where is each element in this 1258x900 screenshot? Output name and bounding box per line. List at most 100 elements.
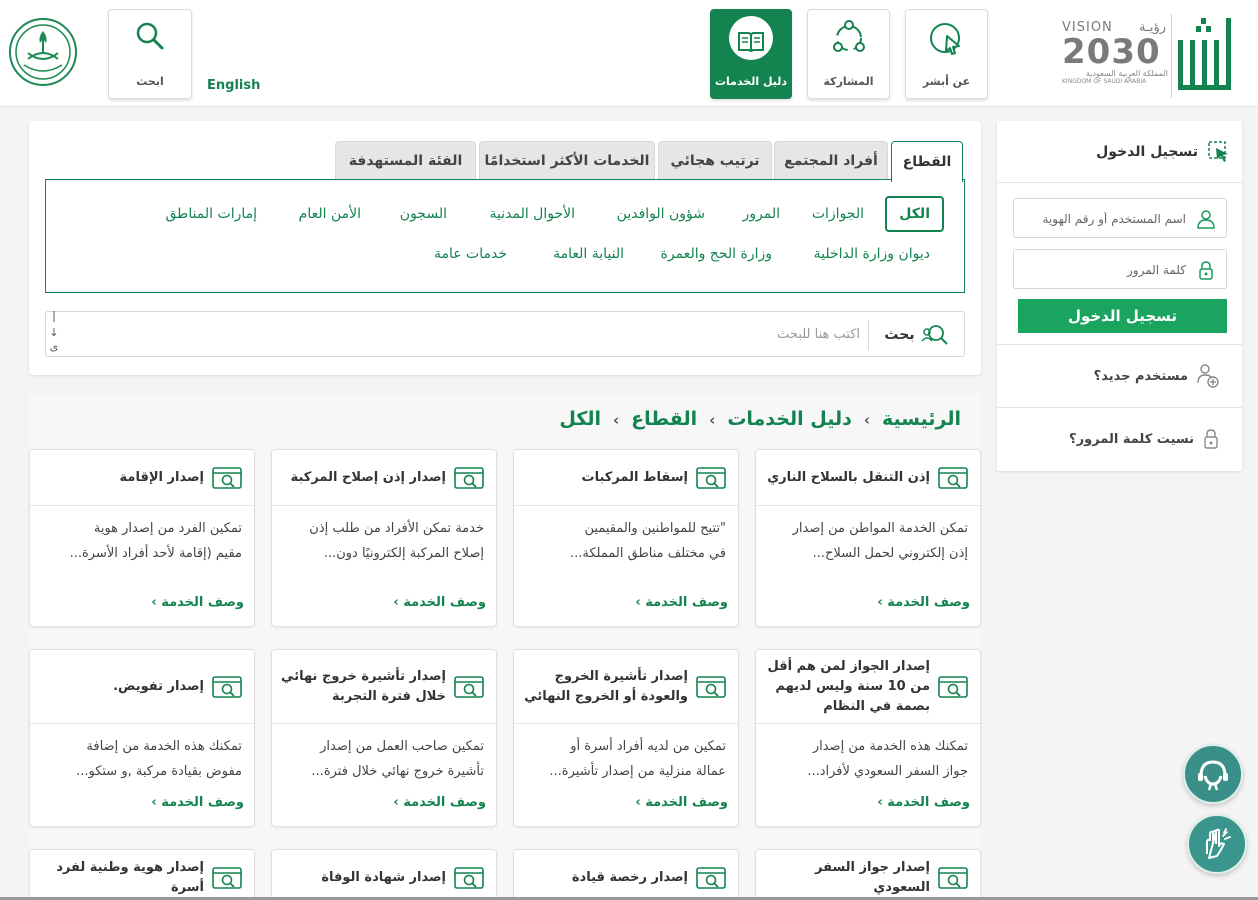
- nav-services-guide-button[interactable]: دليل الخدمات: [710, 9, 792, 99]
- ministry-emblem[interactable]: [8, 17, 78, 87]
- service-card[interactable]: إصدار رخصة قيادة: [513, 849, 739, 900]
- service-card[interactable]: إذن التنقل بالسلاح الناري تمكن الخدمة الم…: [755, 449, 981, 627]
- forgot-password-link[interactable]: نسيت كلمة المرور؟: [997, 407, 1242, 470]
- service-description-link[interactable]: وصف الخدمة ›: [877, 595, 970, 610]
- search-input[interactable]: [160, 320, 860, 348]
- service-card[interactable]: إصدار تفويض. تمكنك هذه الخدمة من إضافة مفو…: [29, 649, 255, 827]
- service-card-description: تمكين من لديه أفراد أسرة أو عمالة منزلية …: [524, 734, 726, 784]
- nav-services-guide-label: دليل الخدمات: [714, 75, 788, 88]
- service-search-icon: [938, 466, 968, 489]
- service-card[interactable]: إصدار إذن إصلاح المركبة خدمة تمكن الأفراد…: [271, 449, 497, 627]
- guide-icon-circle: [729, 16, 773, 60]
- category-expatriates[interactable]: شؤون الوافدين: [617, 206, 705, 222]
- service-card[interactable]: إصدار شهادة الوفاة: [271, 849, 497, 900]
- service-card-header: إصدار تفويض.: [30, 650, 254, 724]
- tab-alphabetical[interactable]: ترتيب هجائي: [658, 141, 772, 179]
- absher-logo[interactable]: [1176, 18, 1242, 96]
- new-user-label: مستخدم جديد؟: [1093, 368, 1188, 384]
- category-traffic[interactable]: المرور: [743, 206, 781, 222]
- category-panel: الكل الجوازات المرور شؤون الوافدين الأحو…: [45, 179, 965, 293]
- service-description-link[interactable]: وصف الخدمة ›: [635, 795, 728, 810]
- service-card-desc-line: مقيم (إقامة لأحد أفراد الأسرة...: [69, 546, 242, 561]
- service-card-desc-line: تمكين صاحب العمل من إصدار: [320, 739, 484, 754]
- english-language-link[interactable]: English: [207, 78, 260, 93]
- breadcrumb-home[interactable]: الرئيسية: [882, 408, 961, 430]
- service-card[interactable]: إصدار الإقامة تمكين الفرد من إصدار هوية مق…: [29, 449, 255, 627]
- service-card-header: إصدار تأشيرة خروج نهائي خلال فترة التجرب…: [272, 650, 496, 724]
- service-card-description: تمكن الخدمة المواطن من إصدار إذن إلكتروني…: [766, 516, 968, 566]
- service-card[interactable]: إصدار جواز السفر السعودي: [755, 849, 981, 900]
- nav-participation-label: المشاركة: [823, 75, 874, 88]
- service-card-title: إذن التنقل بالسلاح الناري: [767, 469, 930, 485]
- sign-language-icon: [1206, 828, 1231, 859]
- nav-participation-button[interactable]: المشاركة: [807, 9, 890, 99]
- tab-sector[interactable]: القطاع: [891, 141, 963, 182]
- search-button[interactable]: بحث: [868, 320, 964, 350]
- service-search-icon: [212, 675, 242, 698]
- service-card-header: إصدار جواز السفر السعودي: [756, 850, 980, 900]
- category-interior-diwan[interactable]: ديوان وزارة الداخلية: [814, 246, 930, 262]
- password-field: [1013, 249, 1227, 289]
- search-icon: [136, 22, 164, 50]
- lock-question-icon: [1204, 429, 1218, 449]
- category-general-services[interactable]: خدمات عامة: [434, 246, 507, 262]
- category-passports[interactable]: الجوازات: [812, 206, 864, 222]
- service-search-icon: [696, 675, 726, 698]
- tab-most-used[interactable]: الخدمات الأكثر استخدامًا: [479, 141, 655, 179]
- service-card-title: إصدار رخصة قيادة: [571, 869, 688, 885]
- service-card-description: تمكنك هذه الخدمة من إضافة مفوض بقيادة مرك…: [40, 734, 242, 784]
- service-card-desc-line: تمكين الفرد من إصدار هوية: [93, 521, 242, 536]
- login-sidebar: تسجيل الدخول تسجيل الدخول مستخدم جديد؟: [997, 121, 1242, 471]
- service-card-title: إصدار إذن إصلاح المركبة: [290, 469, 446, 485]
- tab-community-members[interactable]: أفراد المجتمع: [774, 141, 888, 179]
- lock-icon: [1199, 261, 1213, 280]
- category-all[interactable]: الكل: [885, 196, 944, 232]
- nav-about-button[interactable]: عن أبشر: [905, 9, 988, 99]
- service-card[interactable]: إصدار الجواز لمن هم أقل من 10 سنة وليس ل…: [755, 649, 981, 827]
- category-civil-affairs[interactable]: الأحوال المدنية: [490, 206, 576, 222]
- category-public-security[interactable]: الأمن العام: [299, 206, 361, 222]
- service-description-link[interactable]: وصف الخدمة ›: [151, 795, 244, 810]
- service-card[interactable]: إصدار تأشيرة الخروج والعودة أو الخروج ال…: [513, 649, 739, 827]
- service-card-title: إسقاط المركبات: [581, 469, 688, 485]
- nav-search-button[interactable]: ابحث: [108, 9, 192, 99]
- service-description-link[interactable]: وصف الخدمة ›: [393, 795, 486, 810]
- login-button[interactable]: تسجيل الدخول: [1018, 299, 1227, 333]
- tab-target-group[interactable]: الفئة المستهدفة: [335, 141, 476, 179]
- nav-about-label: عن أبشر: [922, 75, 971, 88]
- alpha-first: أ: [52, 312, 56, 325]
- service-card-title: إصدار جواز السفر السعودي: [815, 859, 930, 895]
- password-input[interactable]: [1026, 258, 1186, 282]
- category-hajj-umrah[interactable]: وزارة الحج والعمرة: [661, 246, 772, 262]
- service-description-link[interactable]: وصف الخدمة ›: [393, 595, 486, 610]
- service-card[interactable]: إصدار تأشيرة خروج نهائي خلال فترة التجرب…: [271, 649, 497, 827]
- service-description-link[interactable]: وصف الخدمة ›: [877, 795, 970, 810]
- service-card-header: إصدار الجواز لمن هم أقل من 10 سنة وليس ل…: [756, 650, 980, 724]
- service-card-desc-line: تأشيرة خروج نهائي خلال فترة...: [311, 764, 484, 779]
- category-emirates[interactable]: إمارات المناطق: [166, 206, 258, 222]
- alphabet-sort-toggle[interactable]: أ ↓ ى: [49, 312, 59, 354]
- service-search-icon: [696, 466, 726, 489]
- absher-logo-icon: [1178, 18, 1231, 90]
- category-prisons[interactable]: السجون: [400, 206, 447, 222]
- nav-search-label: ابحث: [136, 75, 164, 88]
- pointer-circle-icon: [929, 23, 960, 55]
- service-card-title: إصدار شهادة الوفاة: [321, 869, 446, 885]
- service-card[interactable]: إصدار هوية وطنية لفرد أسرة: [29, 849, 255, 900]
- service-description-link[interactable]: وصف الخدمة ›: [151, 595, 244, 610]
- breadcrumb-services-guide[interactable]: دليل الخدمات: [727, 408, 852, 430]
- category-public-prosecution[interactable]: النيابة العامة: [553, 246, 624, 262]
- service-card-desc-line: مفوض بقيادة مركبة ,و ستكو...: [76, 764, 242, 779]
- service-card-header: إصدار الإقامة: [30, 450, 254, 506]
- service-description-link[interactable]: وصف الخدمة ›: [635, 595, 728, 610]
- service-card-header: إصدار رخصة قيادة: [514, 850, 738, 900]
- new-user-link[interactable]: مستخدم جديد؟: [997, 344, 1242, 407]
- username-input[interactable]: [1026, 207, 1186, 231]
- service-card-title: إصدار الجواز لمن هم أقل من 10 سنة وليس ل…: [767, 658, 930, 714]
- support-chat-button[interactable]: [1183, 744, 1243, 804]
- service-card[interactable]: إسقاط المركبات "تتيح للمواطنين والمقيمين ف…: [513, 449, 739, 627]
- sign-language-button[interactable]: [1187, 814, 1247, 874]
- book-icon: [738, 32, 764, 52]
- service-card-title: إصدار تأشيرة الخروج والعودة أو الخروج ال…: [524, 668, 688, 704]
- breadcrumb-sector[interactable]: القطاع: [631, 408, 697, 430]
